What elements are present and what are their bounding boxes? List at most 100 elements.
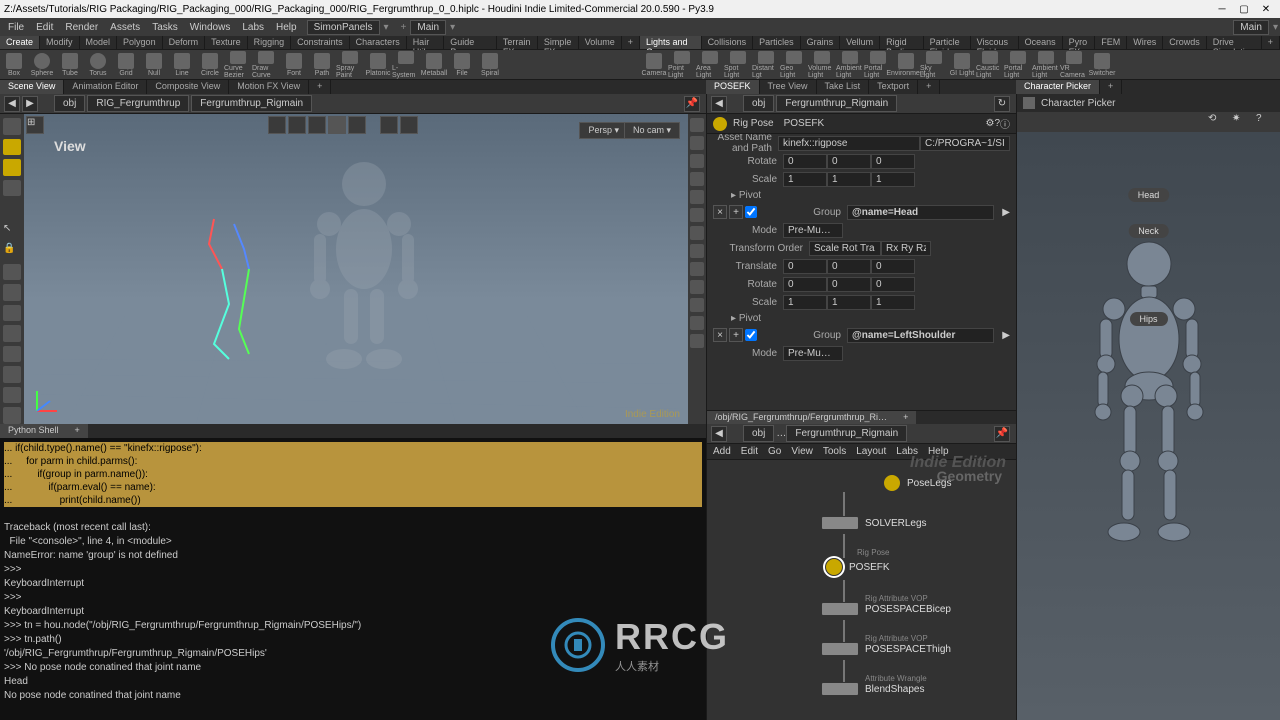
network-tab-path[interactable]: /obj/RIG_Fergrumthrup/Fergrumthrup_Ri… bbox=[707, 411, 895, 424]
shelf-tool-distantlgt[interactable]: Distant Lgt bbox=[752, 51, 780, 79]
crumb-obj-mid[interactable]: obj bbox=[743, 95, 774, 112]
vpr-12[interactable] bbox=[690, 316, 704, 330]
shelf-tab-deform[interactable]: Deform bbox=[163, 36, 206, 49]
tool-snap[interactable] bbox=[3, 264, 21, 281]
shelf-tab-fem[interactable]: FEM bbox=[1095, 36, 1127, 49]
char-picker-canvas[interactable]: Head Neck Hips bbox=[1017, 132, 1280, 720]
window-minimize[interactable]: ─ bbox=[1212, 2, 1232, 16]
shelf-tab-oceans[interactable]: Oceans bbox=[1019, 36, 1063, 49]
remove-group-2[interactable]: × bbox=[713, 328, 727, 342]
tool-rotate[interactable] bbox=[3, 159, 21, 176]
window-close[interactable]: ✕ bbox=[1256, 2, 1276, 16]
rotate-x[interactable] bbox=[783, 154, 827, 169]
shelf-tab-add-right[interactable]: + bbox=[1262, 36, 1280, 49]
shelf-tab-hairutils[interactable]: Hair Utils bbox=[407, 36, 445, 49]
tool-e[interactable] bbox=[3, 366, 21, 383]
shelf-tab-viscousfluids[interactable]: Viscous Fluids bbox=[971, 36, 1019, 49]
shelf-tab-collisions[interactable]: Collisions bbox=[702, 36, 754, 49]
console-tab-add[interactable]: + bbox=[67, 424, 88, 438]
net-crumb-obj[interactable]: obj bbox=[743, 425, 774, 442]
shelf-tool-ambientlight2[interactable]: Ambient Light bbox=[1032, 51, 1060, 79]
shelf-tab-create[interactable]: Create bbox=[0, 36, 40, 49]
shelf-tool-file[interactable]: File bbox=[448, 51, 476, 79]
group-enable-1[interactable] bbox=[745, 206, 757, 218]
shelf-tool-metaball[interactable]: Metaball bbox=[420, 51, 448, 79]
network-tab-add[interactable]: + bbox=[895, 411, 916, 424]
shelf-tool-lsystem[interactable]: L-System bbox=[392, 51, 420, 79]
viewport-camera-dropdown[interactable]: No cam ▾ bbox=[624, 122, 680, 139]
vpr-3[interactable] bbox=[690, 154, 704, 168]
shelf-tool-sphere[interactable]: Sphere bbox=[28, 51, 56, 79]
shelf-tool-ambientlight[interactable]: Ambient Light bbox=[836, 51, 864, 79]
shelf-tool-volumelight[interactable]: Volume Light bbox=[808, 51, 836, 79]
vp-tool-2[interactable] bbox=[288, 116, 306, 134]
shelf-tool-gilight[interactable]: GI Light bbox=[948, 51, 976, 79]
tool-b[interactable] bbox=[3, 305, 21, 322]
shelf-tab-modify[interactable]: Modify bbox=[40, 36, 80, 49]
asset-path-field[interactable] bbox=[920, 136, 1010, 151]
menu-help[interactable]: Help bbox=[270, 22, 303, 33]
network-editor[interactable]: Add Edit Go View Tools Layout Labs Help … bbox=[707, 444, 1016, 720]
vp-tool-5[interactable] bbox=[348, 116, 366, 134]
nav-back-mid[interactable]: ◀ bbox=[711, 96, 727, 112]
shelf-tool-portallight2[interactable]: Portal Light bbox=[1004, 51, 1032, 79]
shelf-tab-rigidbodies[interactable]: Rigid Bodies bbox=[880, 36, 923, 49]
shelf-tool-circle[interactable]: Circle bbox=[196, 51, 224, 79]
shelf-tab-rigging[interactable]: Rigging bbox=[248, 36, 292, 49]
shelf-tool-curvebezier[interactable]: Curve Bezier bbox=[224, 51, 252, 79]
net-menu-layout[interactable]: Layout bbox=[856, 446, 886, 457]
shelf-tool-switcher[interactable]: Switcher bbox=[1088, 51, 1116, 79]
rot-order-field[interactable] bbox=[881, 241, 931, 256]
shelf-tool-tube[interactable]: Tube bbox=[56, 51, 84, 79]
shelf-tool-drawcurve[interactable]: Draw Curve bbox=[252, 51, 280, 79]
tool-c[interactable] bbox=[3, 325, 21, 342]
shelf-tab-drivesim[interactable]: Drive Simulation bbox=[1207, 36, 1262, 49]
shelf-tool-path[interactable]: Path bbox=[308, 51, 336, 79]
mode-field-1[interactable] bbox=[783, 223, 843, 238]
scale-z-2[interactable] bbox=[871, 295, 915, 310]
shelf-tool-spotlight[interactable]: Spot Light bbox=[724, 51, 752, 79]
shelf-tab-lightscameras[interactable]: Lights and Cameras bbox=[640, 36, 702, 49]
rotate-y[interactable] bbox=[827, 154, 871, 169]
tool-a[interactable] bbox=[3, 284, 21, 301]
node-posespacebicep[interactable]: POSESPACEBicep bbox=[821, 602, 951, 616]
node-posefk[interactable]: POSEFK bbox=[825, 558, 890, 576]
shelf-tab-terrainfx[interactable]: Terrain FX bbox=[497, 36, 538, 49]
param-info-icon[interactable]: ⓘ bbox=[1000, 116, 1010, 131]
net-menu-edit[interactable]: Edit bbox=[741, 446, 758, 457]
shelf-tool-box[interactable]: Box bbox=[0, 51, 28, 79]
shelf-tab-characters[interactable]: Characters bbox=[350, 36, 407, 49]
node-solverlegs[interactable]: SOLVERLegs bbox=[821, 516, 927, 530]
vp-tool-3[interactable] bbox=[308, 116, 326, 134]
shelf-tool-causticlight[interactable]: Caustic Light bbox=[976, 51, 1004, 79]
crumb-obj[interactable]: obj bbox=[54, 95, 85, 112]
panel-tab-motionfx[interactable]: Motion FX View bbox=[229, 80, 309, 94]
shelf-tool-vrcamera[interactable]: VR Camera bbox=[1060, 51, 1088, 79]
pivot-collapse-1[interactable]: ▸ bbox=[731, 190, 736, 201]
vpr-5[interactable] bbox=[690, 190, 704, 204]
vpr-4[interactable] bbox=[690, 172, 704, 186]
param-gear-icon[interactable]: ⚙ bbox=[985, 118, 994, 129]
net-menu-go[interactable]: Go bbox=[768, 446, 781, 457]
pivot-collapse-2[interactable]: ▸ bbox=[731, 313, 736, 324]
vp-tool-4[interactable] bbox=[328, 116, 346, 134]
char-gear-icon[interactable]: ✷ bbox=[1232, 113, 1250, 131]
shelf-tab-crowds[interactable]: Crowds bbox=[1163, 36, 1207, 49]
nav-back-icon[interactable]: ◀ bbox=[4, 96, 20, 112]
viewport-persp-dropdown[interactable]: Persp ▾ bbox=[579, 122, 628, 139]
shelf-tab-particlefluids[interactable]: Particle Fluids bbox=[924, 36, 971, 49]
nav-pin-icon[interactable]: 📌 bbox=[684, 96, 700, 112]
shelf-tab-particles[interactable]: Particles bbox=[753, 36, 801, 49]
menu-windows[interactable]: Windows bbox=[184, 22, 237, 33]
net-menu-tools[interactable]: Tools bbox=[823, 446, 846, 457]
crumb-rigmain-mid[interactable]: Fergrumthrup_Rigmain bbox=[776, 95, 897, 112]
shelf-tab-pyrofx[interactable]: Pyro FX bbox=[1063, 36, 1096, 49]
menu-edit[interactable]: Edit bbox=[30, 22, 59, 33]
menu-render[interactable]: Render bbox=[59, 22, 104, 33]
vp-render-icon[interactable] bbox=[380, 116, 398, 134]
rotate-y-2[interactable] bbox=[827, 277, 871, 292]
vpr-2[interactable] bbox=[690, 136, 704, 150]
shelf-tool-font[interactable]: Font bbox=[280, 51, 308, 79]
net-nav-back[interactable]: ◀ bbox=[711, 426, 727, 442]
menuset-main[interactable]: Main bbox=[410, 20, 446, 35]
